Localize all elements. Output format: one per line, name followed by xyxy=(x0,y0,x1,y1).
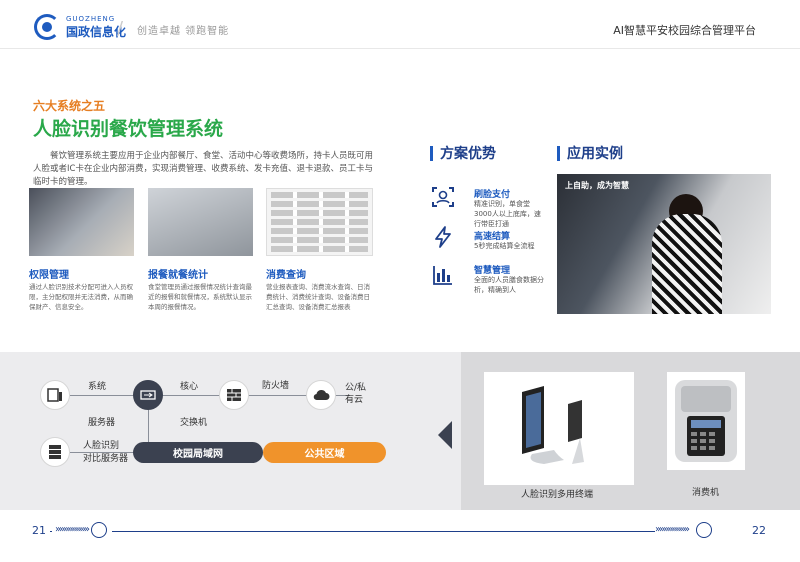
case-photo: 上自助，成为智慧 xyxy=(557,174,771,314)
emblem-icon xyxy=(696,522,712,538)
cases-heading: 应用实例 xyxy=(557,143,623,163)
advantage-text-face-pay: 精准识别，单食堂3000人以上底库，速行带臣打通 xyxy=(474,200,541,228)
server-icon xyxy=(49,445,61,459)
firewall-label: 防火墙 xyxy=(262,381,290,391)
card-terminal-photo xyxy=(148,188,253,256)
cases-heading-text: 应用实例 xyxy=(567,146,623,162)
slogan: 创造卓越 领跑智能 xyxy=(137,26,230,37)
carousel-prev-arrow[interactable] xyxy=(438,421,452,449)
records-table-photo xyxy=(266,188,373,256)
switch-label: 交换机 xyxy=(180,418,208,428)
bar-chart-icon xyxy=(430,263,456,289)
cloud-label-2: 有云 xyxy=(345,395,364,405)
header-rule xyxy=(0,48,800,49)
feature-text-permission: 通过人脸识别技术分配可进入人员权限，主分配权限并无法消费，从而确保财产、信息安全… xyxy=(29,283,133,311)
cloud-icon xyxy=(313,389,330,401)
pos-machine-image xyxy=(675,380,737,462)
footer-rule-left xyxy=(112,531,402,532)
face-terminal-label: 人脸识别多用终端 xyxy=(521,490,594,500)
public-area-pill: 公共区域 xyxy=(263,442,386,463)
footer-rule xyxy=(50,531,52,532)
advantages-heading-text: 方案优势 xyxy=(440,146,496,162)
platform-title: AI智慧平安校园综合管理平台 xyxy=(613,24,756,37)
header-divider: / xyxy=(117,18,124,39)
case-overlay-text: 上自助，成为智慧 xyxy=(565,181,629,190)
system-label: 系统 xyxy=(88,382,107,392)
feature-title-meal-stats: 报餐就餐统计 xyxy=(148,270,208,281)
face-scan-icon xyxy=(430,185,456,211)
pos-machine-card xyxy=(667,372,745,470)
campus-lan-pill: 校园局域网 xyxy=(133,442,263,463)
left-page-number: 21 xyxy=(32,524,46,537)
emblem-icon xyxy=(91,522,107,538)
heading-bar xyxy=(430,145,433,161)
advantage-text-management: 全面的人员膳食数据分析，精确到人 xyxy=(474,276,544,294)
logo-icon xyxy=(34,14,60,40)
lightning-icon xyxy=(430,225,456,251)
brand-logo: GUOZHENG 国政信息化 xyxy=(34,14,126,40)
switch-node xyxy=(133,380,163,410)
cloud-node xyxy=(306,380,336,410)
feature-text-consumption: 营业报表查询、消费流水查询、日消费统计、消费统计查询、设备消费日汇总查询、设备消… xyxy=(266,283,370,311)
pos-machine-label: 消费机 xyxy=(692,488,720,498)
advantages-heading: 方案优势 xyxy=(430,143,496,163)
cloud-label-1: 公/私 xyxy=(345,383,367,393)
access-control-photo xyxy=(29,188,134,256)
face-label-1: 人脸识别 xyxy=(83,441,120,451)
face-terminal-image xyxy=(522,386,584,464)
section-title: 人脸识别餐饮管理系统 xyxy=(33,118,224,140)
right-page-number: 22 xyxy=(752,524,766,537)
section-number: 六大系统之五 xyxy=(33,99,106,113)
chevron-decor-right: »»»»»»»» xyxy=(655,524,690,535)
firewall-icon xyxy=(227,389,241,401)
core-label: 核心 xyxy=(180,382,199,392)
monitor-icon xyxy=(47,388,62,402)
heading-bar xyxy=(557,145,560,161)
system-server-node xyxy=(40,380,70,410)
feature-title-permission: 权限管理 xyxy=(29,270,69,281)
face-label-2: 对比服务器 xyxy=(83,454,129,464)
chevron-decor-left: »»»»»»»» xyxy=(55,524,90,535)
footer-rule-right xyxy=(400,531,655,532)
face-server-node xyxy=(40,437,70,467)
advantage-text-settlement: 5秒完成结算全流程 xyxy=(474,242,535,250)
intro-paragraph: 餐饮管理系统主要应用于企业内部餐厅、食堂、活动中心等收费场所，持卡人员既可用人脸… xyxy=(33,151,374,187)
feature-text-meal-stats: 食堂管理员通过报餐情况统计查询最近的报餐和就餐情况，系统默认显示本周的报餐情况。 xyxy=(148,283,252,311)
server-label: 服务器 xyxy=(88,418,116,428)
feature-title-consumption: 消费查询 xyxy=(266,270,306,281)
firewall-node xyxy=(219,380,249,410)
person-body xyxy=(652,214,722,314)
switch-icon xyxy=(140,390,156,400)
face-terminal-card xyxy=(484,372,634,485)
